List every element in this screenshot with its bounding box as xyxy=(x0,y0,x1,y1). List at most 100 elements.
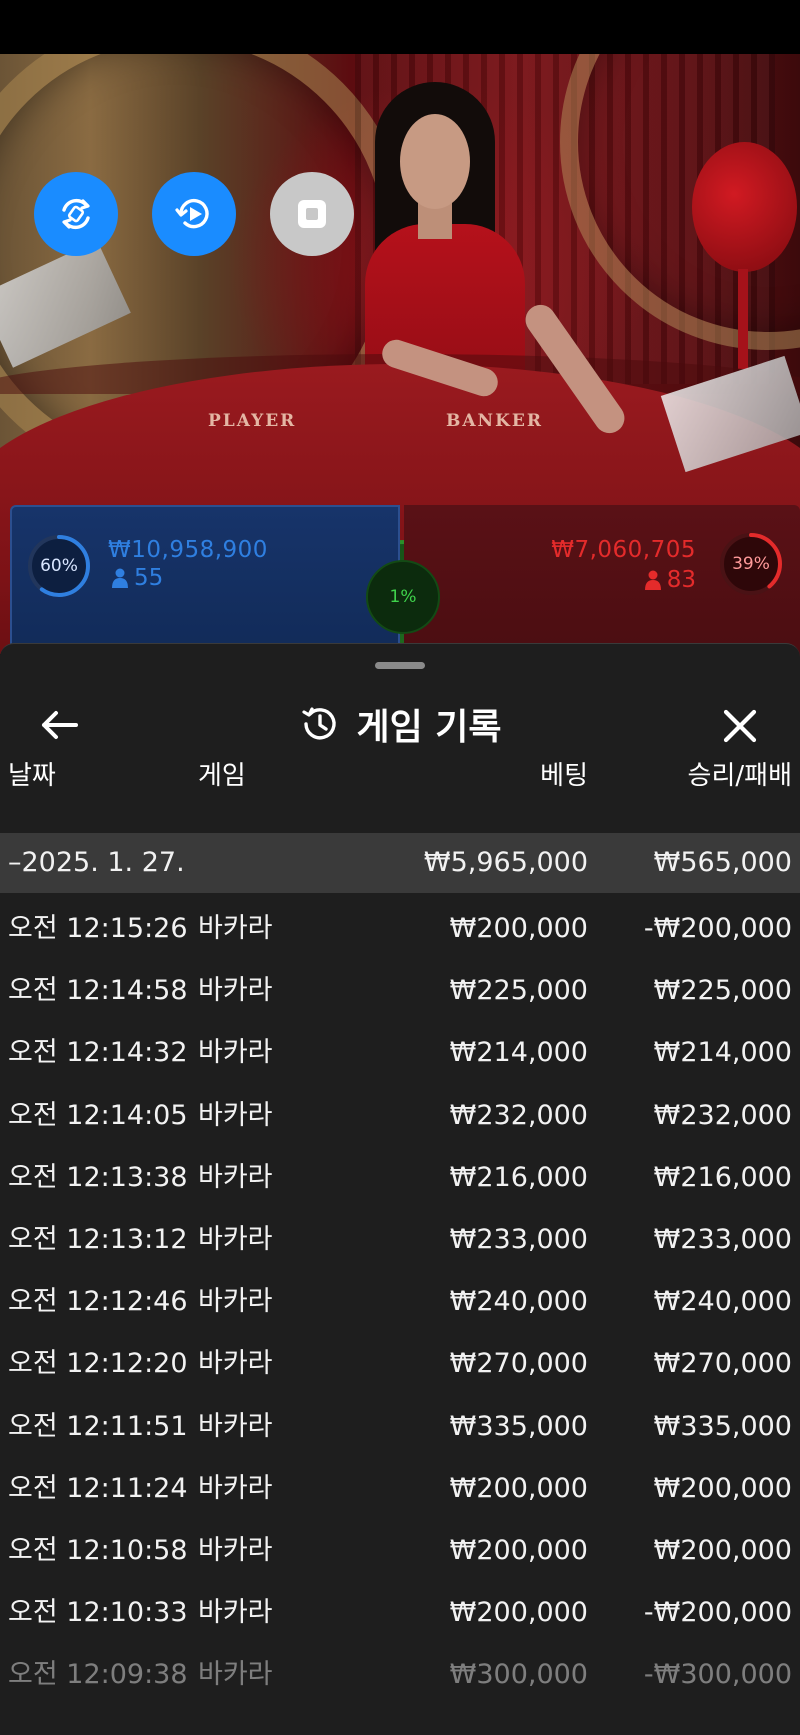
row-result: ₩232,000 xyxy=(653,1099,792,1131)
table-row[interactable]: 오전 12:10:58 바카라 ₩200,000 ₩200,000 xyxy=(0,1521,800,1581)
row-time: 오전 12:14:05 xyxy=(8,1099,188,1131)
table-row[interactable]: 오전 12:13:38 바카라 ₩216,000 ₩216,000 xyxy=(0,1148,800,1208)
player-percent-ring: 60% xyxy=(26,533,92,599)
row-game: 바카라 xyxy=(198,1597,273,1629)
table-row[interactable]: 오전 12:15:26 바카라 ₩200,000 -₩200,000 xyxy=(0,899,800,959)
row-game: 바카라 xyxy=(198,975,273,1007)
row-game: 바카라 xyxy=(198,1410,273,1442)
table-row[interactable]: 오전 12:14:58 바카라 ₩225,000 ₩225,000 xyxy=(0,961,800,1021)
table-row[interactable]: 오전 12:14:32 바카라 ₩214,000 ₩214,000 xyxy=(0,1023,800,1083)
stop-icon xyxy=(298,200,326,228)
row-game: 바카라 xyxy=(198,1659,273,1691)
row-time: 오전 12:11:24 xyxy=(8,1472,188,1504)
back-arrow-icon xyxy=(42,711,78,739)
row-result: -₩300,000 xyxy=(643,1659,792,1691)
banker-count-value: 83 xyxy=(666,567,696,593)
row-result: ₩200,000 xyxy=(653,1535,792,1566)
row-game: 바카라 xyxy=(198,1535,273,1566)
row-result: -₩200,000 xyxy=(643,913,792,944)
row-time: 오전 12:12:46 xyxy=(8,1286,188,1318)
close-button[interactable] xyxy=(714,700,766,752)
sheet-header: 게임 기록 xyxy=(0,684,800,764)
group-date: –2025. 1. 27. xyxy=(8,847,185,878)
player-count-value: 55 xyxy=(134,565,164,591)
column-header-bet[interactable]: 베팅 xyxy=(540,754,588,798)
row-result: -₩200,000 xyxy=(643,1597,792,1629)
row-bet: ₩200,000 xyxy=(449,1535,588,1566)
row-result: ₩233,000 xyxy=(653,1224,792,1255)
close-icon xyxy=(723,709,757,743)
table-row[interactable]: 오전 12:09:38 바카라 ₩300,000 -₩300,000 xyxy=(0,1645,800,1705)
row-bet: ₩233,000 xyxy=(449,1224,588,1255)
row-bet: ₩214,000 xyxy=(449,1037,588,1069)
table-row[interactable]: 오전 12:13:12 바카라 ₩233,000 ₩233,000 xyxy=(0,1210,800,1270)
row-time: 오전 12:12:20 xyxy=(8,1348,188,1380)
row-time: 오전 12:09:38 xyxy=(8,1659,188,1691)
felt-banker-label: BANKER xyxy=(446,411,543,431)
back-button[interactable] xyxy=(34,700,84,750)
row-time: 오전 12:11:51 xyxy=(8,1410,188,1442)
row-game: 바카라 xyxy=(198,1286,273,1318)
row-game: 바카라 xyxy=(198,913,273,944)
row-bet: ₩232,000 xyxy=(449,1099,588,1131)
table-row[interactable]: 오전 12:12:46 바카라 ₩240,000 ₩240,000 xyxy=(0,1272,800,1332)
player-bet-amount: ₩10,958,900 xyxy=(108,537,268,563)
row-bet: ₩240,000 xyxy=(449,1286,588,1318)
game-history-sheet: 게임 기록 날짜 게임 베팅 승리/패배 –2025. 1. 27. ₩5,96… xyxy=(0,643,800,1735)
replay-button[interactable] xyxy=(152,172,236,256)
row-time: 오전 12:14:32 xyxy=(8,1037,188,1069)
row-bet: ₩335,000 xyxy=(449,1410,588,1442)
stop-button[interactable] xyxy=(270,172,354,256)
player-bettor-count: 55 xyxy=(112,565,163,591)
table-row[interactable]: 오전 12:10:33 바카라 ₩200,000 -₩200,000 xyxy=(0,1583,800,1643)
row-time: 오전 12:10:33 xyxy=(8,1597,188,1629)
row-time: 오전 12:10:58 xyxy=(8,1535,188,1566)
row-result: ₩214,000 xyxy=(653,1037,792,1069)
rotate-sync-icon xyxy=(62,198,90,230)
user-icon xyxy=(112,568,128,588)
row-time: 오전 12:14:58 xyxy=(8,975,188,1007)
table-row[interactable]: 오전 12:14:05 바카라 ₩232,000 ₩232,000 xyxy=(0,1086,800,1146)
row-game: 바카라 xyxy=(198,1472,273,1504)
player-percent: 60% xyxy=(40,556,78,576)
banker-bet-amount: ₩7,060,705 xyxy=(551,537,696,563)
history-icon xyxy=(302,707,337,740)
row-bet: ₩225,000 xyxy=(449,975,588,1007)
sheet-grabber[interactable] xyxy=(375,662,425,669)
lantern-tassel xyxy=(738,269,748,369)
row-result: ₩335,000 xyxy=(653,1410,792,1442)
row-bet: ₩200,000 xyxy=(449,913,588,944)
tie-percent: 1% xyxy=(366,560,440,634)
table-row[interactable]: 오전 12:11:51 바카라 ₩335,000 ₩335,000 xyxy=(0,1397,800,1457)
replay-icon xyxy=(175,198,209,229)
group-total-bet: ₩5,965,000 xyxy=(423,847,588,878)
row-bet: ₩200,000 xyxy=(449,1472,588,1504)
dealer-face xyxy=(400,114,470,209)
row-game: 바카라 xyxy=(198,1161,273,1193)
row-time: 오전 12:13:12 xyxy=(8,1224,188,1255)
sheet-title: 게임 기록 xyxy=(356,707,502,748)
banker-bettor-count: 83 xyxy=(644,567,696,593)
row-time: 오전 12:15:26 xyxy=(8,913,188,944)
row-bet: ₩300,000 xyxy=(449,1659,588,1691)
date-group-row[interactable]: –2025. 1. 27. ₩5,965,000 ₩565,000 xyxy=(0,833,800,893)
banker-bet-area[interactable]: ₩7,060,705 83 39% xyxy=(404,505,800,665)
table-row[interactable]: 오전 12:11:24 바카라 ₩200,000 ₩200,000 xyxy=(0,1459,800,1519)
row-result: ₩240,000 xyxy=(653,1286,792,1318)
lantern xyxy=(692,142,797,272)
row-result: ₩225,000 xyxy=(653,975,792,1007)
rotate-sync-button[interactable] xyxy=(34,172,118,256)
row-game: 바카라 xyxy=(198,1224,273,1255)
column-header-game[interactable]: 게임 xyxy=(198,754,246,798)
row-result: ₩270,000 xyxy=(653,1348,792,1380)
user-icon xyxy=(644,570,661,590)
row-result: ₩216,000 xyxy=(653,1161,792,1193)
row-result: ₩200,000 xyxy=(653,1472,792,1504)
row-game: 바카라 xyxy=(198,1348,273,1380)
row-time: 오전 12:13:38 xyxy=(8,1161,188,1193)
column-header-result[interactable]: 승리/패배 xyxy=(688,754,792,798)
banker-percent-ring: 39% xyxy=(718,531,784,597)
table-row[interactable]: 오전 12:12:20 바카라 ₩270,000 ₩270,000 xyxy=(0,1334,800,1394)
column-header-date[interactable]: 날짜 xyxy=(8,754,56,798)
title-group: 게임 기록 xyxy=(0,684,800,764)
